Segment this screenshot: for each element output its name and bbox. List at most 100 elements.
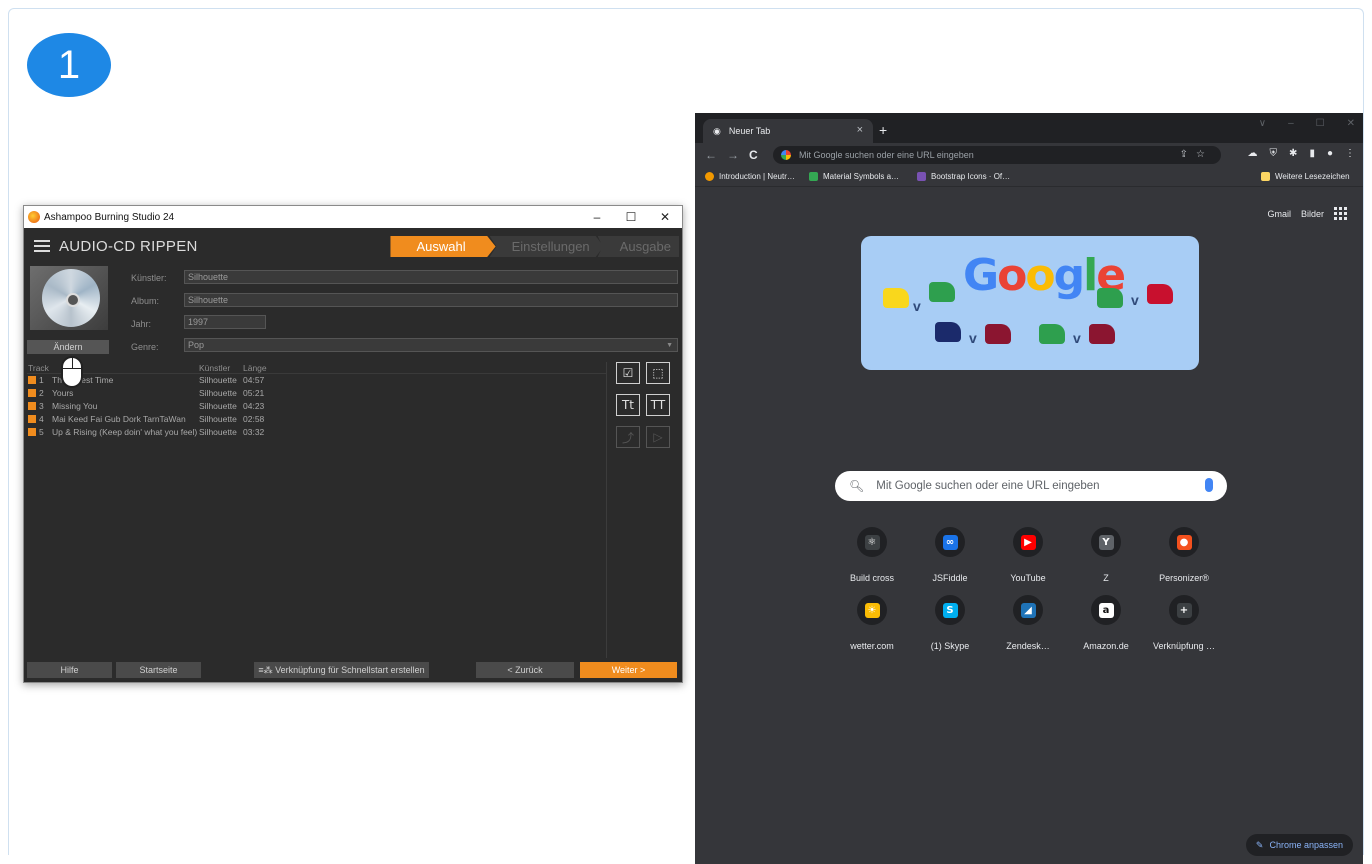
track-checkbox[interactable] bbox=[28, 415, 36, 423]
step-ausgabe[interactable]: Ausgabe bbox=[597, 236, 679, 257]
mouse-click-icon bbox=[61, 356, 83, 388]
album-field[interactable]: Silhouette bbox=[184, 293, 678, 307]
help-button[interactable]: Hilfe bbox=[27, 662, 112, 678]
address-bar-placeholder: Mit Google suchen oder eine URL eingeben bbox=[799, 150, 974, 160]
shortcut-tile[interactable]: S (1) Skype bbox=[910, 595, 990, 651]
cd-disc-icon bbox=[42, 269, 100, 327]
move-up-icon[interactable]: ⤴ bbox=[616, 426, 640, 448]
shoe-icon bbox=[883, 288, 909, 308]
folder-icon bbox=[1261, 172, 1270, 181]
reload-icon[interactable]: C bbox=[749, 148, 758, 162]
search-icon: 🔍︎ bbox=[849, 479, 865, 493]
shortcut-icon-circle: ▶ bbox=[1013, 527, 1043, 557]
table-row[interactable]: 5 Up & Rising (Keep doin' what you feel) S… bbox=[27, 426, 606, 439]
back-arrow-icon[interactable]: ← bbox=[705, 148, 717, 162]
deselect-all-icon[interactable]: ⬚ bbox=[646, 362, 670, 384]
new-tab-button[interactable]: + bbox=[879, 122, 887, 138]
tutorial-frame: 1 Ashampoo Burning Studio 24 – ☐ ✕ AUDIO… bbox=[8, 8, 1364, 864]
track-number: 2 bbox=[39, 388, 44, 398]
create-shortcut-button[interactable]: ≡⁂ Verknüpfung für Schnellstart erstelle… bbox=[254, 662, 429, 678]
shortcut-tile[interactable]: ∞ JSFiddle bbox=[910, 527, 990, 583]
track-checkbox[interactable] bbox=[28, 402, 36, 410]
customize-chrome-button[interactable]: ✎ Chrome anpassen bbox=[1245, 834, 1353, 856]
new-tab-page: Gmail Bilder Google v v v v 🔍︎ Mit Googl… bbox=[695, 187, 1363, 864]
bookmark-folder-more[interactable]: Weitere Lesezeichen bbox=[1261, 172, 1350, 181]
sidebar-icon[interactable]: ▮ bbox=[1309, 148, 1315, 159]
chrome-close-button[interactable]: ✕ bbox=[1347, 118, 1355, 129]
title-case-icon[interactable]: Tt bbox=[616, 394, 640, 416]
google-search-box[interactable]: 🔍︎ Mit Google suchen oder eine URL einge… bbox=[835, 471, 1227, 501]
profile-icon[interactable]: ● bbox=[1327, 148, 1333, 159]
gmail-link[interactable]: Gmail bbox=[1267, 209, 1291, 219]
maximize-button[interactable]: ☐ bbox=[614, 206, 648, 228]
images-link[interactable]: Bilder bbox=[1301, 209, 1324, 219]
shortcut-icon-circle: ∞ bbox=[935, 527, 965, 557]
shortcut-tile[interactable]: ⚛ Build cross bbox=[832, 527, 912, 583]
track-rows: 1 Th… …est Time Silhouette 04:57 2 Yours Silho… bbox=[27, 374, 606, 439]
table-row[interactable]: 3 Missing You Silhouette 04:23 bbox=[27, 400, 606, 413]
tab-close-icon[interactable]: × bbox=[857, 124, 863, 136]
chrome-minimize-button[interactable]: – bbox=[1288, 118, 1294, 129]
apps-grid-icon[interactable] bbox=[1334, 207, 1347, 220]
play-icon[interactable]: ▷ bbox=[646, 426, 670, 448]
chrome-tab-icon: ◉ bbox=[713, 125, 721, 136]
select-all-icon[interactable]: ☑ bbox=[616, 362, 640, 384]
shortcut-label: YouTube bbox=[1010, 573, 1046, 583]
tab-new-tab[interactable]: ◉ Neuer Tab × bbox=[703, 119, 873, 143]
shoe-icon bbox=[1097, 288, 1123, 308]
amazon-icon: a bbox=[1098, 602, 1114, 618]
shortcut-tile[interactable]: ☀ wetter.com bbox=[832, 595, 912, 651]
doodle-letter: l bbox=[1083, 250, 1098, 301]
shortcut-tile[interactable]: ▶ YouTube bbox=[988, 527, 1068, 583]
google-doodle[interactable]: Google v v v v bbox=[861, 236, 1199, 370]
shortcut-tile[interactable]: ◢ Zendesk… bbox=[988, 595, 1068, 651]
table-row[interactable]: 2 Yours Silhouette 05:21 bbox=[27, 387, 606, 400]
genre-select[interactable]: Pop ▼ bbox=[184, 338, 678, 352]
menu-icon[interactable]: ⋮ bbox=[1345, 148, 1355, 159]
bookmark-material-symbols[interactable]: Material Symbols a… bbox=[809, 172, 899, 181]
forward-arrow-icon[interactable]: → bbox=[727, 148, 739, 162]
address-bar[interactable]: Mit Google suchen oder eine URL eingeben… bbox=[773, 146, 1221, 164]
shortcut-tile[interactable]: + Verknüpfung … bbox=[1144, 595, 1224, 651]
header-length: Länge bbox=[243, 363, 267, 373]
back-button[interactable]: < Zurück bbox=[476, 662, 574, 678]
hamburger-menu-icon[interactable] bbox=[34, 240, 50, 252]
track-checkbox[interactable] bbox=[28, 389, 36, 397]
track-number: 1 bbox=[39, 375, 44, 385]
add-shortcut-icon: + bbox=[1176, 602, 1192, 618]
shortcut-label: Z bbox=[1103, 573, 1109, 583]
extension-cloud-icon[interactable]: ☁ bbox=[1248, 148, 1258, 159]
minimize-button[interactable]: – bbox=[580, 206, 614, 228]
microphone-icon[interactable] bbox=[1205, 478, 1213, 492]
close-button[interactable]: ✕ bbox=[648, 206, 682, 228]
bookmark-introduction[interactable]: Introduction | Neutr… bbox=[705, 172, 795, 181]
bookmark-bootstrap-icons[interactable]: Bootstrap Icons · Of… bbox=[917, 172, 1010, 181]
track-list-header: Track Künstler Länge bbox=[27, 362, 606, 374]
next-button[interactable]: Weiter > bbox=[580, 662, 677, 678]
home-button[interactable]: Startseite bbox=[116, 662, 201, 678]
track-checkbox[interactable] bbox=[28, 428, 36, 436]
table-row[interactable]: 4 Mai Keed Fai Gub Dork TarnTaWan Silhouet… bbox=[27, 413, 606, 426]
extension-shield-icon[interactable]: ⛨ bbox=[1270, 148, 1278, 159]
change-cover-button[interactable]: Ändern bbox=[27, 340, 109, 354]
puzzle-icon[interactable]: ✱ bbox=[1289, 148, 1297, 159]
chrome-toolbar: ← → C Mit Google suchen oder eine URL ei… bbox=[695, 143, 1363, 167]
track-checkbox[interactable] bbox=[28, 376, 36, 384]
tab-search-icon[interactable]: ∨ bbox=[1259, 118, 1266, 129]
doodle-letter: g bbox=[1053, 250, 1085, 301]
artist-field[interactable]: Silhouette bbox=[184, 270, 678, 284]
track-length: 04:23 bbox=[243, 401, 265, 411]
year-field[interactable]: 1997 bbox=[184, 315, 266, 329]
shortcut-tile[interactable]: YZ bbox=[1066, 527, 1146, 583]
v-mark: v bbox=[913, 298, 921, 314]
step-auswahl[interactable]: Auswahl bbox=[390, 236, 496, 257]
shortcut-tile[interactable]: ● Personizer® bbox=[1144, 527, 1224, 583]
chrome-maximize-button[interactable]: ☐ bbox=[1316, 118, 1325, 129]
upper-case-icon[interactable]: TT bbox=[646, 394, 670, 416]
table-row[interactable]: 1 Th… …est Time Silhouette 04:57 bbox=[27, 374, 606, 387]
ashampoo-header: AUDIO-CD RIPPEN Auswahl Einstellungen Au… bbox=[24, 228, 682, 264]
share-star-icons[interactable]: ⇪☆ bbox=[1180, 149, 1213, 160]
step-einstellungen[interactable]: Einstellungen bbox=[489, 236, 604, 257]
shortcut-tile[interactable]: a Amazon.de bbox=[1066, 595, 1146, 651]
ashampoo-titlebar: Ashampoo Burning Studio 24 – ☐ ✕ bbox=[24, 206, 682, 228]
